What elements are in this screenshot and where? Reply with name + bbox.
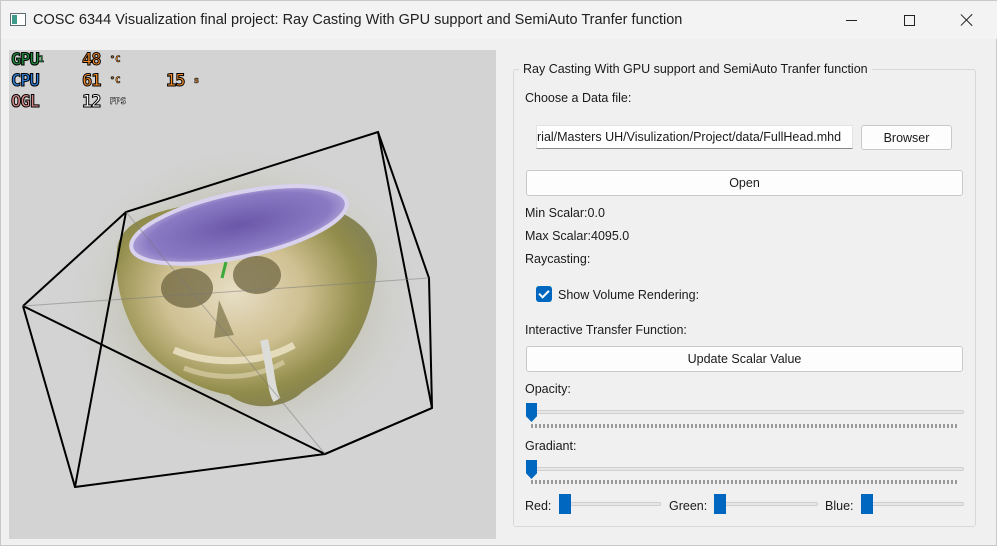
minimize-button[interactable] — [823, 1, 879, 39]
min-scalar-label: Min Scalar:0.0 — [525, 206, 605, 220]
update-scalar-button[interactable]: Update Scalar Value — [526, 346, 963, 372]
close-button[interactable] — [939, 1, 995, 39]
groupbox-title: Ray Casting With GPU support and SemiAut… — [519, 62, 872, 76]
gradient-slider-ticks — [531, 480, 959, 484]
blue-label: Blue: — [825, 499, 854, 513]
red-slider-handle[interactable] — [559, 494, 571, 514]
transfer-function-label: Interactive Transfer Function: — [525, 323, 687, 337]
close-icon — [960, 13, 974, 27]
gradient-label: Gradiant: — [525, 439, 577, 453]
volume-render-view[interactable]: GPU1 48 °C CPU 61 °C 15 s OGL 12 FPS — [9, 50, 496, 539]
opacity-slider-track[interactable] — [527, 410, 964, 414]
show-volume-checkbox[interactable] — [536, 286, 552, 302]
opacity-label: Opacity: — [525, 382, 571, 396]
green-slider-handle[interactable] — [714, 494, 726, 514]
blue-slider-track[interactable] — [861, 502, 964, 506]
raycasting-label: Raycasting: — [525, 252, 591, 266]
green-slider-track[interactable] — [714, 502, 818, 506]
gpu-temp: 48 °C — [81, 50, 121, 70]
red-slider-track[interactable] — [559, 502, 661, 506]
ogl-label: OGL — [11, 92, 41, 112]
file-path-input[interactable]: rial/Masters UH/Visulization/Project/dat… — [536, 125, 853, 149]
blue-slider-handle[interactable] — [861, 494, 873, 514]
opacity-slider-ticks — [531, 424, 959, 428]
gradient-slider-track[interactable] — [527, 467, 964, 471]
volume-render-image — [22, 130, 434, 489]
gpu-label: GPU1 — [11, 50, 45, 70]
cpu-label: CPU — [11, 71, 41, 91]
max-scalar-label: Max Scalar:4095.0 — [525, 229, 630, 243]
show-volume-label[interactable]: Show Volume Rendering: — [558, 288, 699, 302]
title-bar[interactable]: COSC 6344 Visualization final project: R… — [1, 1, 997, 39]
browser-button[interactable]: Browser — [861, 125, 952, 150]
open-button[interactable]: Open — [526, 170, 963, 196]
time-value: 15 s — [165, 71, 200, 91]
minimize-icon — [845, 19, 857, 21]
red-label: Red: — [525, 499, 552, 513]
window-title: COSC 6344 Visualization final project: R… — [33, 12, 683, 28]
cpu-temp: 61 °C — [81, 71, 121, 91]
green-label: Green: — [669, 499, 708, 513]
app-icon — [10, 13, 26, 26]
choose-file-label: Choose a Data file: — [525, 91, 632, 105]
fps-value: 12 FPS — [81, 92, 126, 112]
app-window: COSC 6344 Visualization final project: R… — [0, 0, 997, 546]
maximize-icon — [903, 14, 915, 26]
maximize-button[interactable] — [881, 1, 937, 39]
